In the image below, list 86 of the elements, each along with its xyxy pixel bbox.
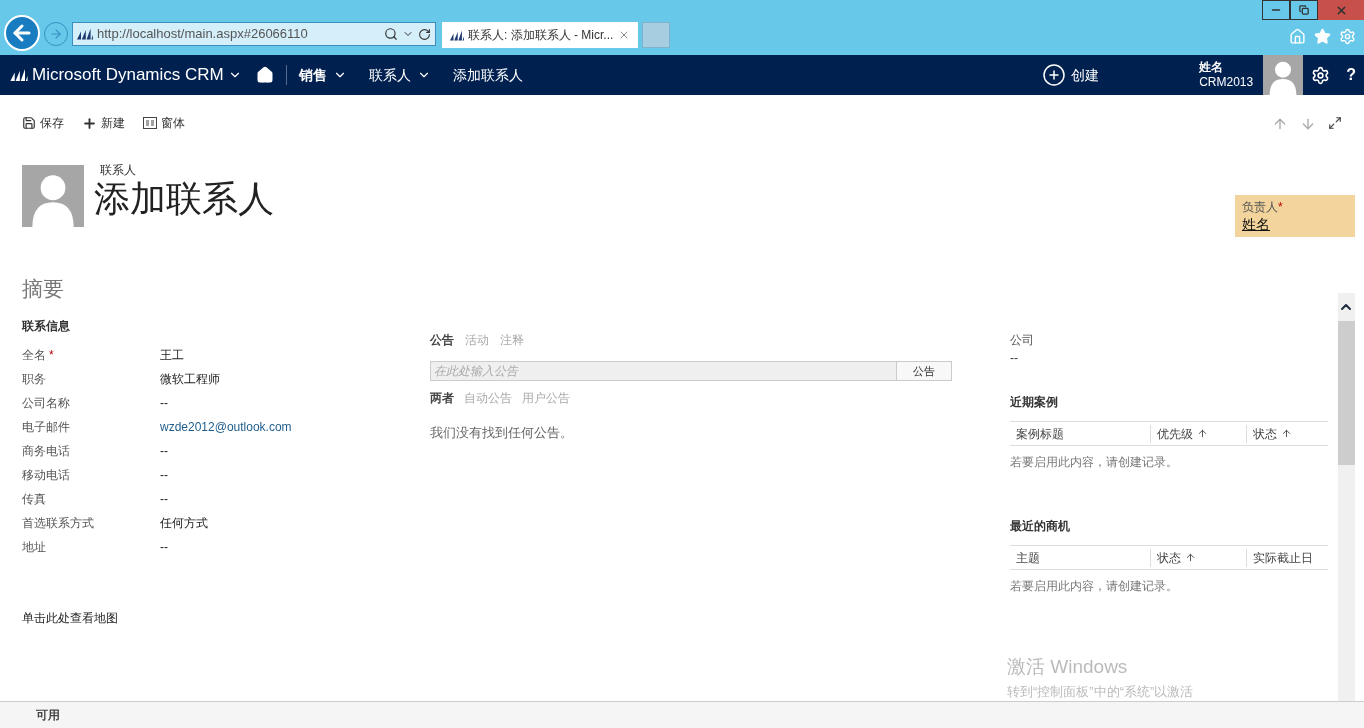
forward-arrow-icon xyxy=(49,27,63,41)
nav-item[interactable]: 添加联系人 xyxy=(453,64,523,86)
field-value: -- xyxy=(160,442,168,460)
field-value: 任何方式 xyxy=(160,514,208,532)
command-button[interactable]: 保存 xyxy=(22,114,64,132)
address-text: http://localhost/main.aspx#26066110 xyxy=(97,25,309,44)
field-value: -- xyxy=(160,490,168,508)
column-header[interactable]: 状态 xyxy=(1246,424,1328,443)
contact-avatar xyxy=(22,165,84,227)
column-header[interactable]: 优先级 xyxy=(1150,424,1246,443)
organization-name[interactable]: CRM2013 xyxy=(1199,75,1254,90)
column-header[interactable]: 主题 xyxy=(1010,548,1150,567)
field-value: -- xyxy=(160,538,168,556)
logo-icon xyxy=(450,29,464,41)
grid-title: 最近的商机 xyxy=(1010,518,1071,535)
grid-title: 近期案例 xyxy=(1010,394,1059,411)
sort-arrow-icon xyxy=(1281,428,1292,439)
posts-tab[interactable]: 公告 xyxy=(430,331,454,349)
nav-item[interactable]: 联系人 xyxy=(369,64,411,86)
refresh-icon[interactable] xyxy=(418,27,431,41)
minimize-button[interactable] xyxy=(1262,0,1290,20)
map-link[interactable]: 单击此处查看地图 xyxy=(22,608,430,627)
command-button[interactable]: 新建 xyxy=(82,114,125,132)
close-icon xyxy=(1334,3,1348,17)
column-header[interactable]: 案例标题 xyxy=(1010,424,1150,443)
section-heading: 联系信息 xyxy=(22,317,71,335)
logo-icon xyxy=(10,69,28,81)
user-avatar xyxy=(1263,55,1304,95)
restore-icon xyxy=(1299,5,1309,15)
restore-button[interactable] xyxy=(1290,0,1318,20)
plus-icon xyxy=(82,115,97,131)
field-label: 移动电话 xyxy=(22,466,71,484)
owner-label: 负责人* xyxy=(1242,199,1284,216)
field-value: -- xyxy=(1010,350,1019,367)
field-label: 商务电话 xyxy=(22,442,71,460)
field-label: 地址 xyxy=(22,538,47,556)
post-button[interactable]: 公告 xyxy=(897,361,952,381)
filter-tab[interactable]: 两者 xyxy=(430,389,454,407)
search-icon[interactable] xyxy=(384,27,398,41)
field-value: 王工 xyxy=(160,346,184,364)
expand-icon[interactable] xyxy=(1328,116,1342,130)
post-input[interactable]: 在此处输入公告 xyxy=(430,361,897,381)
settings-icon[interactable] xyxy=(1311,65,1331,85)
field-label: 公司 xyxy=(1010,332,1035,349)
create-link[interactable]: 创建 xyxy=(1071,64,1100,86)
close-icon[interactable] xyxy=(618,29,630,41)
user-name[interactable]: 姓名 xyxy=(1199,60,1254,75)
star-icon[interactable] xyxy=(1314,28,1331,45)
field-label: 传真 xyxy=(22,490,47,508)
form-icon xyxy=(143,117,157,129)
empty-message: 我们没有找到任何公告。 xyxy=(430,424,574,442)
tab-title: 联系人: 添加联系人 - Micr... xyxy=(468,27,614,44)
empty-message: 若要启用此内容，请创建记录。 xyxy=(1010,454,1179,471)
create-icon[interactable] xyxy=(1042,63,1067,87)
sort-arrow-icon xyxy=(1185,552,1196,563)
field-label: 公司名称 xyxy=(22,394,71,412)
address-bar[interactable]: http://localhost/main.aspx#26066110 xyxy=(72,22,436,46)
sort-arrow-icon xyxy=(1197,428,1208,439)
logo-icon xyxy=(77,28,93,40)
empty-message: 若要启用此内容，请创建记录。 xyxy=(1010,578,1179,595)
help-link[interactable]: ? xyxy=(1338,63,1364,87)
nav-item[interactable]: 销售 xyxy=(299,64,327,86)
field-label: 职务 xyxy=(22,370,47,388)
email-link[interactable]: wzde2012@outlook.com xyxy=(160,417,292,436)
field-label: 首选联系方式 xyxy=(22,514,95,532)
entity-name: 联系人 xyxy=(100,162,137,179)
back-button[interactable] xyxy=(4,15,40,51)
save-icon xyxy=(22,116,36,130)
home-icon[interactable] xyxy=(256,66,274,84)
status-text: 可用 xyxy=(36,707,60,724)
column-header[interactable]: 实际截止日 xyxy=(1246,548,1328,567)
record-title: 添加联系人 xyxy=(94,179,274,219)
section-title: 摘要 xyxy=(22,276,65,302)
field-label: 电子邮件 xyxy=(22,418,71,436)
field-value: -- xyxy=(160,466,168,484)
field-label: 全名 * xyxy=(22,346,55,364)
column-header[interactable]: 状态 xyxy=(1150,548,1246,567)
brand-name[interactable]: Microsoft Dynamics CRM xyxy=(32,62,224,88)
command-button[interactable]: 窗体 xyxy=(143,114,185,132)
field-value: 微软工程师 xyxy=(160,370,220,388)
owner-link[interactable]: 姓名 xyxy=(1242,216,1348,232)
field-value: -- xyxy=(160,394,168,412)
activation-title: 激活 Windows xyxy=(1007,655,1129,679)
scrollbar[interactable] xyxy=(1338,293,1355,701)
activation-text: 转到“控制面板”中的“系统”以激活 xyxy=(1007,682,1194,701)
browser-tab[interactable]: 联系人: 添加联系人 - Micr... xyxy=(442,22,638,48)
